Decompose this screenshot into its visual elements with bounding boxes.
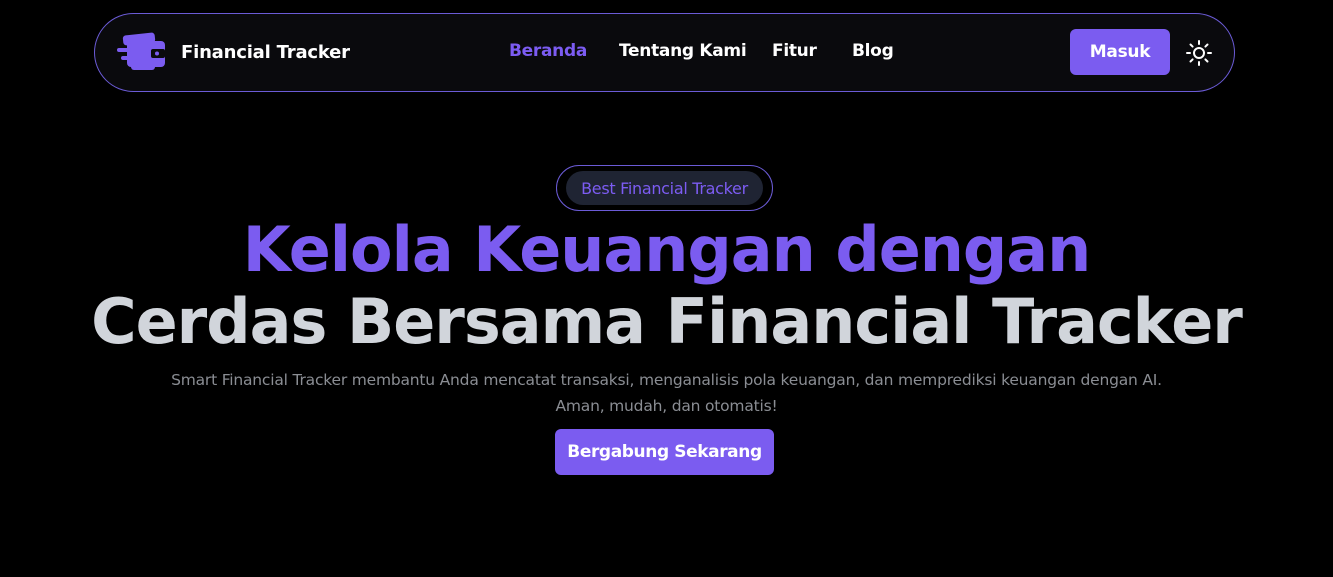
hero-title-line-2: Cerdas Bersama Financial Tracker [91,285,1243,358]
hero-description: Smart Financial Tracker membantu Anda me… [171,371,1162,415]
hero-title-line-1: Kelola Keuangan dengan [242,213,1092,286]
hero-badge-label: Best Financial Tracker [566,171,763,205]
wallet-speed-icon [117,32,169,72]
hero-badge: Best Financial Tracker [556,165,773,211]
navbar: Financial Tracker Beranda Tentang Kami F… [94,13,1235,92]
nav-link-fitur[interactable]: Fitur [772,41,817,61]
landing-page: Financial Tracker Beranda Tentang Kami F… [0,0,1333,577]
sun-icon[interactable] [1184,38,1214,68]
brand-name: Financial Tracker [181,41,350,63]
join-now-button[interactable]: Bergabung Sekarang [555,429,774,475]
nav-link-tentang-kami[interactable]: Tentang Kami [619,41,747,61]
brand[interactable]: Financial Tracker [117,32,350,72]
login-button[interactable]: Masuk [1070,29,1170,75]
nav-link-blog[interactable]: Blog [852,41,894,61]
nav-link-beranda[interactable]: Beranda [509,41,587,61]
